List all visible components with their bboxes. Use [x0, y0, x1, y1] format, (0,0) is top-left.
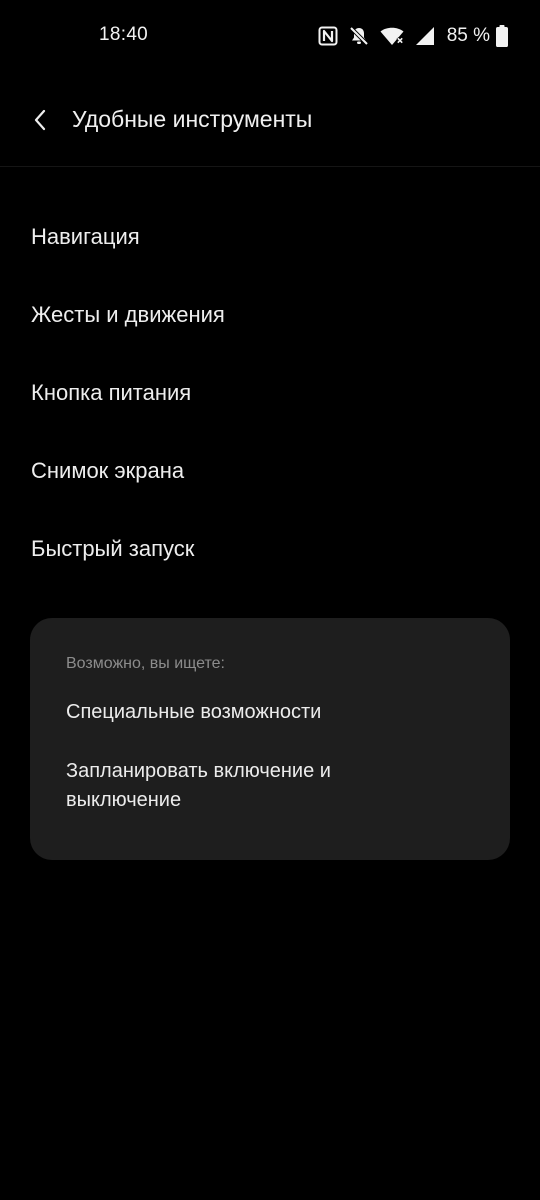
app-header: Удобные инструменты [0, 84, 540, 156]
suggestion-scheduled-power[interactable]: Запланировать включение и выключение [66, 757, 396, 815]
menu-item-quick-launch[interactable]: Быстрый запуск [0, 510, 540, 588]
battery-icon [496, 25, 508, 47]
page-title: Удобные инструменты [72, 106, 313, 132]
settings-menu-list: Навигация Жесты и движения Кнопка питани… [0, 198, 540, 588]
signal-icon [414, 26, 435, 46]
menu-item-screenshot[interactable]: Снимок экрана [0, 432, 540, 510]
menu-item-gestures[interactable]: Жесты и движения [0, 276, 540, 354]
bell-off-icon [348, 25, 370, 47]
suggestions-card: Возможно, вы ищете: Специальные возможно… [30, 618, 510, 860]
back-arrow-icon [33, 108, 47, 132]
status-bar: 18:40 85 % [0, 0, 540, 72]
suggestion-accessibility[interactable]: Специальные возможности [66, 698, 474, 727]
suggestions-heading: Возможно, вы ищете: [66, 655, 225, 672]
back-button[interactable] [22, 102, 58, 138]
battery-percentage: 85 % [446, 25, 490, 46]
menu-item-power-button[interactable]: Кнопка питания [0, 354, 540, 432]
status-time: 18:40 [99, 24, 149, 45]
status-icons: 85 % [308, 22, 508, 50]
header-divider [0, 166, 540, 167]
nfc-icon [318, 26, 338, 46]
wifi-icon [380, 26, 404, 46]
menu-item-navigation[interactable]: Навигация [0, 198, 540, 276]
